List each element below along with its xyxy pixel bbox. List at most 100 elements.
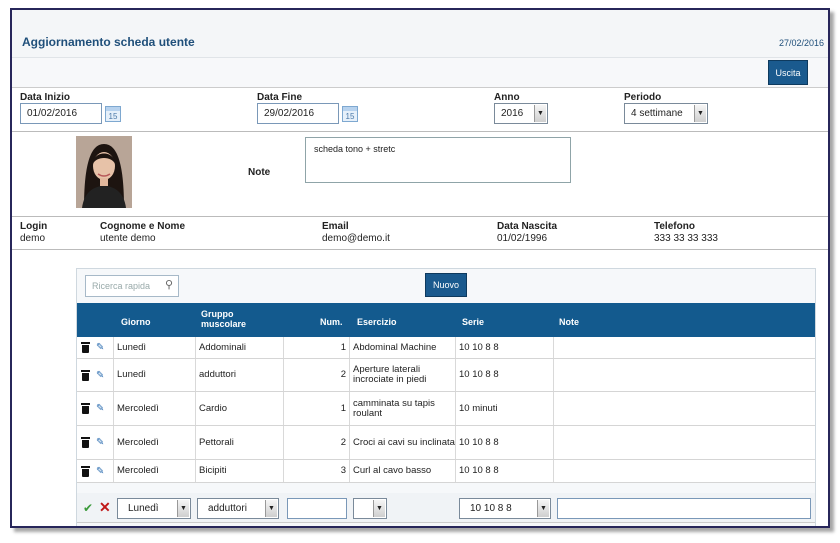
period-select[interactable]: 4 settimane ▼ (624, 103, 708, 124)
chevron-down-icon[interactable]: ▼ (694, 105, 706, 122)
cell-day: Mercoledì (113, 426, 195, 459)
cell-day: Mercoledì (113, 392, 195, 425)
cell-exercise: Croci ai cavi su inclinata (349, 426, 455, 459)
name-value: utente demo (100, 233, 156, 244)
note-textarea[interactable]: scheda tono + stretc (305, 137, 571, 183)
pencil-icon[interactable]: ✎ (96, 342, 104, 353)
chevron-down-icon[interactable]: ▼ (537, 500, 549, 517)
column-header-notes[interactable]: Note (559, 317, 579, 327)
cell-exercise: camminata su tapis roulant (349, 392, 455, 425)
trash-icon[interactable] (81, 437, 90, 448)
column-header-group-line1: Gruppo (201, 309, 234, 319)
page-title: Aggiornamento scheda utente (22, 35, 195, 49)
pencil-icon[interactable]: ✎ (96, 466, 104, 477)
login-value: demo (20, 233, 46, 244)
table-row[interactable]: ✎ Mercoledì Bicipiti 3 Curl al cavo bass… (77, 460, 815, 483)
edit-notes-input[interactable] (557, 498, 811, 519)
close-icon[interactable]: ✕ (99, 499, 111, 516)
cell-notes (553, 426, 815, 459)
cell-num: 1 (283, 337, 349, 358)
exercise-grid: Ricerca rapida ⚲ Nuovo Giorno Gruppo mus… (76, 268, 816, 526)
cell-series: 10 10 8 8 (455, 359, 553, 391)
cell-series: 10 10 8 8 (455, 337, 553, 358)
avatar (76, 136, 132, 208)
cell-notes (553, 392, 815, 425)
table-row[interactable]: ✎ Lunedì Addominali 1 Abdominal Machine … (77, 337, 815, 359)
edit-num-input[interactable] (287, 498, 347, 519)
calendar-icon[interactable]: 15 (342, 106, 358, 122)
cell-day: Mercoledì (113, 460, 195, 482)
start-date-input[interactable]: 01/02/2016 (20, 103, 102, 124)
table-row[interactable]: ✎ Mercoledì Cardio 1 camminata su tapis … (77, 392, 815, 426)
cell-group: adduttori (195, 359, 283, 391)
pencil-icon[interactable]: ✎ (96, 437, 104, 448)
end-date-input[interactable]: 29/02/2016 (257, 103, 339, 124)
period-label: Periodo (624, 92, 662, 103)
email-label: Email (322, 221, 349, 232)
cell-day: Lunedì (113, 359, 195, 391)
edit-exercise-select[interactable]: ▼ (353, 498, 387, 519)
pencil-icon[interactable]: ✎ (96, 370, 104, 381)
cell-num: 1 (283, 392, 349, 425)
start-date-label: Data Inizio (20, 92, 71, 103)
edit-series-value: 10 10 8 8 (470, 503, 512, 514)
email-value: demo@demo.it (322, 233, 390, 244)
edit-group-value: adduttori (208, 503, 247, 514)
column-header-group-line2: muscolare (201, 319, 247, 329)
table-row[interactable]: ✎ Lunedì adduttori 2 Aperture laterali i… (77, 359, 815, 392)
search-icon[interactable]: ⚲ (165, 278, 173, 291)
cell-series: 10 10 8 8 (455, 460, 553, 482)
cell-num: 3 (283, 460, 349, 482)
year-select[interactable]: 2016 ▼ (494, 103, 548, 124)
toolbar: Uscita (12, 58, 828, 88)
login-label: Login (20, 221, 48, 232)
edit-group-select[interactable]: adduttori ▼ (197, 498, 279, 519)
header-bar: Aggiornamento scheda utente 27/02/2016 (12, 10, 828, 58)
phone-value: 333 33 33 333 (654, 233, 718, 244)
new-button[interactable]: Nuovo (425, 273, 467, 297)
cell-notes (553, 359, 815, 391)
trash-icon[interactable] (81, 369, 90, 381)
calendar-icon[interactable]: 15 (105, 106, 121, 122)
table-row[interactable]: ✎ Mercoledì Pettorali 2 Croci ai cavi su… (77, 426, 815, 460)
pencil-icon[interactable]: ✎ (96, 403, 104, 414)
name-label: Cognome e Nome (100, 221, 186, 232)
cell-group: Pettorali (195, 426, 283, 459)
edit-day-value: Lunedì (128, 503, 159, 514)
cell-notes (553, 460, 815, 482)
cell-day: Lunedì (113, 337, 195, 358)
phone-label: Telefono (654, 221, 695, 232)
divider (12, 131, 828, 132)
column-header-series[interactable]: Serie (462, 317, 484, 327)
note-label: Note (248, 167, 271, 178)
column-header-group[interactable]: Gruppo muscolare (201, 309, 246, 329)
trash-icon[interactable] (81, 465, 90, 477)
birth-date-label: Data Nascita (497, 221, 558, 232)
column-header-num[interactable]: Num. (320, 317, 343, 327)
chevron-down-icon[interactable]: ▼ (265, 500, 277, 517)
cell-exercise: Curl al cavo basso (349, 460, 455, 482)
chevron-down-icon[interactable]: ▼ (177, 500, 189, 517)
search-placeholder: Ricerca rapida (92, 281, 151, 291)
trash-icon[interactable] (81, 342, 90, 353)
edit-day-select[interactable]: Lunedì ▼ (117, 498, 191, 519)
divider (12, 216, 828, 217)
trash-icon[interactable] (81, 403, 90, 414)
cell-exercise: Aperture laterali incrociate in piedi (349, 359, 455, 391)
chevron-down-icon[interactable]: ▼ (534, 105, 546, 122)
check-icon[interactable]: ✔ (83, 501, 93, 515)
chevron-down-icon[interactable]: ▼ (373, 500, 385, 517)
edit-series-select[interactable]: 10 10 8 8 ▼ (459, 498, 551, 519)
cell-group: Bicipiti (195, 460, 283, 482)
birth-date-value: 01/02/1996 (497, 233, 548, 244)
exit-button[interactable]: Uscita (768, 60, 808, 85)
search-input[interactable]: Ricerca rapida ⚲ (85, 275, 179, 297)
cell-num: 2 (283, 359, 349, 391)
column-header-exercise[interactable]: Esercizio (357, 317, 397, 327)
column-header-day[interactable]: Giorno (121, 317, 151, 327)
divider (12, 249, 828, 250)
year-label: Anno (494, 92, 520, 103)
edit-row: ✔ ✕ Lunedì ▼ adduttori ▼ ▼ 10 10 8 8 ▼ (77, 493, 815, 523)
header-date: 27/02/2016 (778, 38, 824, 48)
table-header: Giorno Gruppo muscolare Num. Esercizio S… (77, 303, 815, 337)
